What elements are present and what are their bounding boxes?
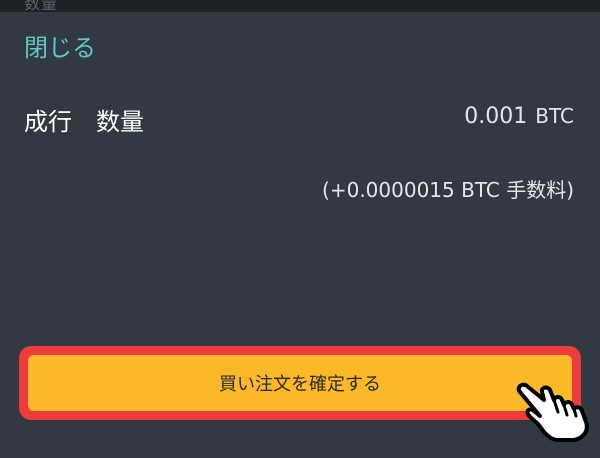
order-type-label: 成行 [24, 108, 72, 136]
top-strip-label: 数量 [24, 0, 59, 12]
order-label: 成行 数量 [24, 102, 144, 137]
order-summary-row: 成行 数量 0.001 BTC [24, 102, 576, 138]
fee-text: (+0.0000015 BTC 手数料) [322, 178, 574, 202]
close-button[interactable]: 閉じる [24, 28, 96, 63]
quantity-value: 0.001 BTC [464, 104, 574, 129]
quantity-unit: BTC [535, 104, 574, 128]
top-strip: 数量 [0, 0, 600, 12]
quantity-number: 0.001 [464, 104, 528, 129]
confirm-buy-order-button[interactable]: 買い注文を確定する [28, 355, 572, 411]
quantity-label: 数量 [96, 108, 144, 136]
pointing-hand-icon [516, 382, 589, 442]
confirm-highlight-frame: 買い注文を確定する [19, 346, 581, 420]
order-confirm-screen: 数量 閉じる 成行 数量 0.001 BTC (+0.0000015 BTC 手数料… [0, 0, 600, 458]
